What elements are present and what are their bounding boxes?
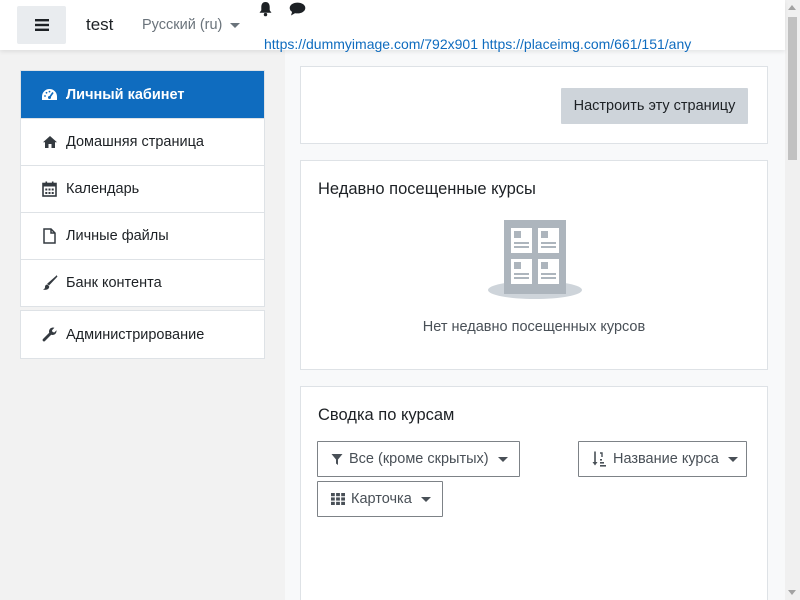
bell-icon[interactable]	[258, 1, 273, 17]
empty-state-text: Нет недавно посещенных курсов	[422, 319, 646, 335]
course-overview-block: Сводка по курсам Все (кроме скрытых) Наз…	[300, 386, 768, 600]
customize-page-button[interactable]: Настроить эту страницу	[561, 88, 748, 124]
scroll-thumb[interactable]	[788, 17, 797, 160]
nav-item-label: Администрирование	[66, 326, 205, 343]
home-icon	[41, 134, 58, 151]
scroll-down-icon[interactable]	[788, 590, 796, 595]
nav-item-home[interactable]: Домашняя страница	[21, 118, 264, 165]
nav-item-private-files[interactable]: Личные файлы	[21, 212, 264, 259]
block-title: Недавно посещенные курсы	[318, 180, 536, 198]
view-dropdown[interactable]: Карточка	[317, 481, 443, 517]
wrench-icon	[41, 326, 58, 343]
brush-icon	[41, 275, 58, 292]
drawer-toggle-button[interactable]	[17, 6, 66, 44]
site-name[interactable]: test	[86, 15, 113, 35]
nav-item-administration[interactable]: Администрирование	[21, 311, 264, 358]
nav-item-label: Календарь	[66, 181, 140, 197]
page-header-card: Настроить эту страницу	[300, 66, 768, 144]
courses-illustration-icon	[488, 220, 582, 299]
filter-dropdown-label: Все (кроме скрытых)	[349, 451, 489, 467]
nav-item-label: Банк контента	[66, 275, 162, 291]
caret-down-icon	[497, 456, 508, 462]
caret-down-icon[interactable]	[230, 23, 240, 28]
sort-dropdown[interactable]: Название курса	[578, 441, 747, 477]
scroll-up-icon[interactable]	[788, 5, 796, 10]
grid-view-icon	[331, 493, 345, 505]
header-links[interactable]: https://dummyimage.com/792x901 https://p…	[264, 36, 730, 52]
recent-courses-block: Недавно посещенные курсы Нет недавно пос…	[300, 160, 768, 370]
menu-icon	[34, 19, 49, 31]
caret-down-icon	[420, 496, 431, 502]
block-title: Сводка по курсам	[318, 406, 455, 424]
sort-dropdown-label: Название курса	[613, 451, 719, 467]
filter-dropdown[interactable]: Все (кроме скрытых)	[317, 441, 520, 477]
nav-item-label: Домашняя страница	[66, 134, 204, 150]
chat-icon[interactable]	[289, 2, 306, 16]
nav-item-dashboard[interactable]: Личный кабинет	[21, 71, 264, 118]
dashboard-icon	[41, 86, 58, 103]
nav-item-calendar[interactable]: Календарь	[21, 165, 264, 212]
page-scrollbar[interactable]	[785, 0, 800, 600]
nav-item-label: Личные файлы	[66, 228, 169, 244]
nav-drawer-main: Личный кабинет Домашняя страница Календа…	[20, 70, 265, 307]
file-icon	[41, 228, 58, 245]
nav-item-label: Личный кабинет	[66, 86, 185, 103]
navbar: test Русский (ru) https://dummyimage.com…	[0, 0, 785, 52]
caret-down-icon	[727, 456, 738, 462]
nav-drawer-admin: Администрирование	[20, 310, 265, 359]
filter-icon	[331, 453, 343, 466]
nav-item-content-bank[interactable]: Банк контента	[21, 259, 264, 306]
calendar-icon	[41, 181, 58, 198]
view-dropdown-label: Карточка	[351, 491, 412, 507]
sort-alpha-icon	[592, 451, 607, 467]
language-menu[interactable]: Русский (ru)	[142, 17, 222, 33]
